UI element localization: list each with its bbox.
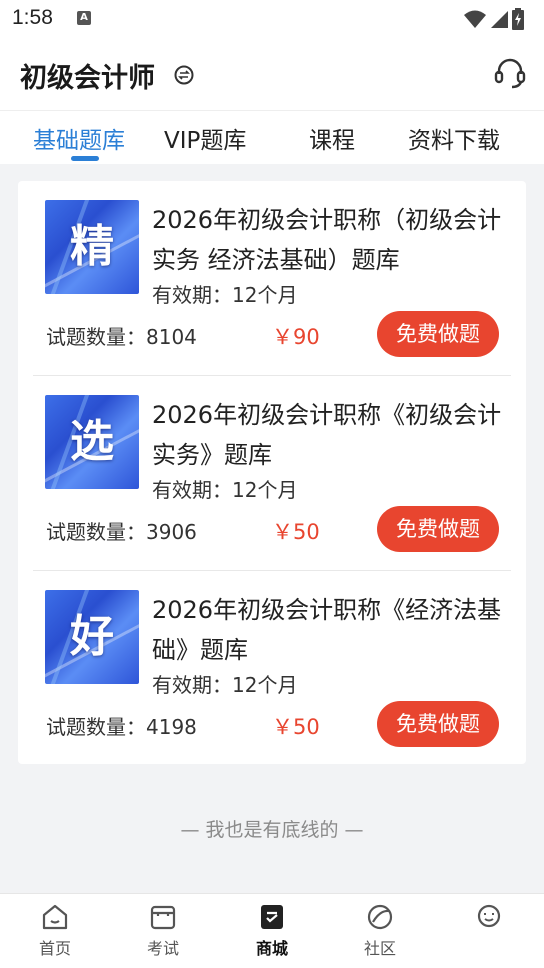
product-validity: 有效期：12个月 bbox=[152, 673, 298, 697]
nav-home[interactable]: 首页 bbox=[15, 902, 95, 959]
question-count: 试题数量：4198 bbox=[46, 715, 197, 739]
free-practice-button[interactable]: 免费做题 bbox=[377, 701, 499, 747]
notification-a-icon: A bbox=[77, 11, 91, 25]
tab-courses[interactable]: 课程 bbox=[309, 121, 355, 155]
product-title: 2026年初级会计职称（初级会计实务 经济法基础）题库 bbox=[152, 206, 502, 274]
nav-community[interactable]: 社区 bbox=[340, 902, 420, 959]
free-practice-button[interactable]: 免费做题 bbox=[377, 311, 499, 357]
product-validity: 有效期：12个月 bbox=[152, 478, 298, 502]
nav-label: 考试 bbox=[146, 939, 179, 958]
cover-char: 选 bbox=[70, 416, 114, 467]
question-count: 试题数量：3906 bbox=[46, 520, 197, 544]
product-title: 2026年初级会计职称《经济法基础》题库 bbox=[152, 596, 502, 664]
product-validity: 有效期：12个月 bbox=[152, 283, 298, 307]
nav-label: 首页 bbox=[38, 939, 71, 958]
mall-icon bbox=[261, 905, 283, 929]
product-price: ￥50 bbox=[272, 715, 320, 739]
app-header: 初级会计师 bbox=[0, 38, 544, 110]
exam-icon bbox=[150, 905, 176, 930]
cover-char: 精 bbox=[70, 221, 114, 272]
signal-icon bbox=[491, 11, 508, 28]
end-of-list-text: — 我也是有底线的 — bbox=[180, 819, 364, 841]
tab-vip-bank[interactable]: VIP题库 bbox=[164, 121, 246, 155]
product-cover: 精 bbox=[45, 200, 139, 294]
wifi-icon bbox=[464, 10, 486, 28]
free-practice-button[interactable]: 免费做题 bbox=[377, 506, 499, 552]
category-tabs: 基础题库 VIP题库 课程 资料下载 bbox=[0, 110, 544, 164]
bottom-nav: 首页 考试 商城 社区 bbox=[0, 893, 544, 968]
question-count: 试题数量：8104 bbox=[46, 325, 197, 349]
product-list: 精 2026年初级会计职称（初级会计实务 经济法基础）题库 有效期：12个月 试… bbox=[18, 181, 526, 764]
product-price: ￥50 bbox=[272, 520, 320, 544]
nav-mall[interactable]: 商城 bbox=[232, 902, 312, 959]
nav-label: 商城 bbox=[255, 939, 288, 958]
nav-label: 社区 bbox=[363, 939, 396, 958]
product-price: ￥90 bbox=[272, 325, 320, 349]
product-item[interactable]: 选 2026年初级会计职称《初级会计实务》题库 有效期：12个月 试题数量：39… bbox=[18, 376, 526, 571]
switch-exam-icon[interactable] bbox=[174, 65, 194, 85]
status-time: 1:58 bbox=[12, 6, 53, 29]
product-item[interactable]: 好 2026年初级会计职称《经济法基础》题库 有效期：12个月 试题数量：419… bbox=[18, 571, 526, 766]
product-cover: 好 bbox=[45, 590, 139, 684]
page-title[interactable]: 初级会计师 bbox=[20, 56, 155, 95]
profile-icon bbox=[477, 904, 501, 928]
tab-basic-bank[interactable]: 基础题库 bbox=[33, 121, 125, 155]
product-cover: 选 bbox=[45, 395, 139, 489]
home-icon bbox=[42, 904, 68, 930]
status-bar: 1:58 A bbox=[0, 0, 544, 38]
product-title: 2026年初级会计职称《初级会计实务》题库 bbox=[152, 401, 502, 469]
nav-exam[interactable]: 考试 bbox=[123, 902, 203, 959]
product-item[interactable]: 精 2026年初级会计职称（初级会计实务 经济法基础）题库 有效期：12个月 试… bbox=[18, 181, 526, 376]
active-tab-indicator bbox=[71, 156, 99, 161]
customer-service-icon[interactable] bbox=[493, 56, 527, 90]
battery-icon bbox=[512, 8, 524, 30]
status-indicators bbox=[464, 8, 524, 30]
cover-char: 好 bbox=[70, 611, 114, 662]
community-icon bbox=[367, 904, 393, 930]
nav-profile[interactable] bbox=[449, 902, 529, 935]
tab-downloads[interactable]: 资料下载 bbox=[408, 121, 500, 155]
